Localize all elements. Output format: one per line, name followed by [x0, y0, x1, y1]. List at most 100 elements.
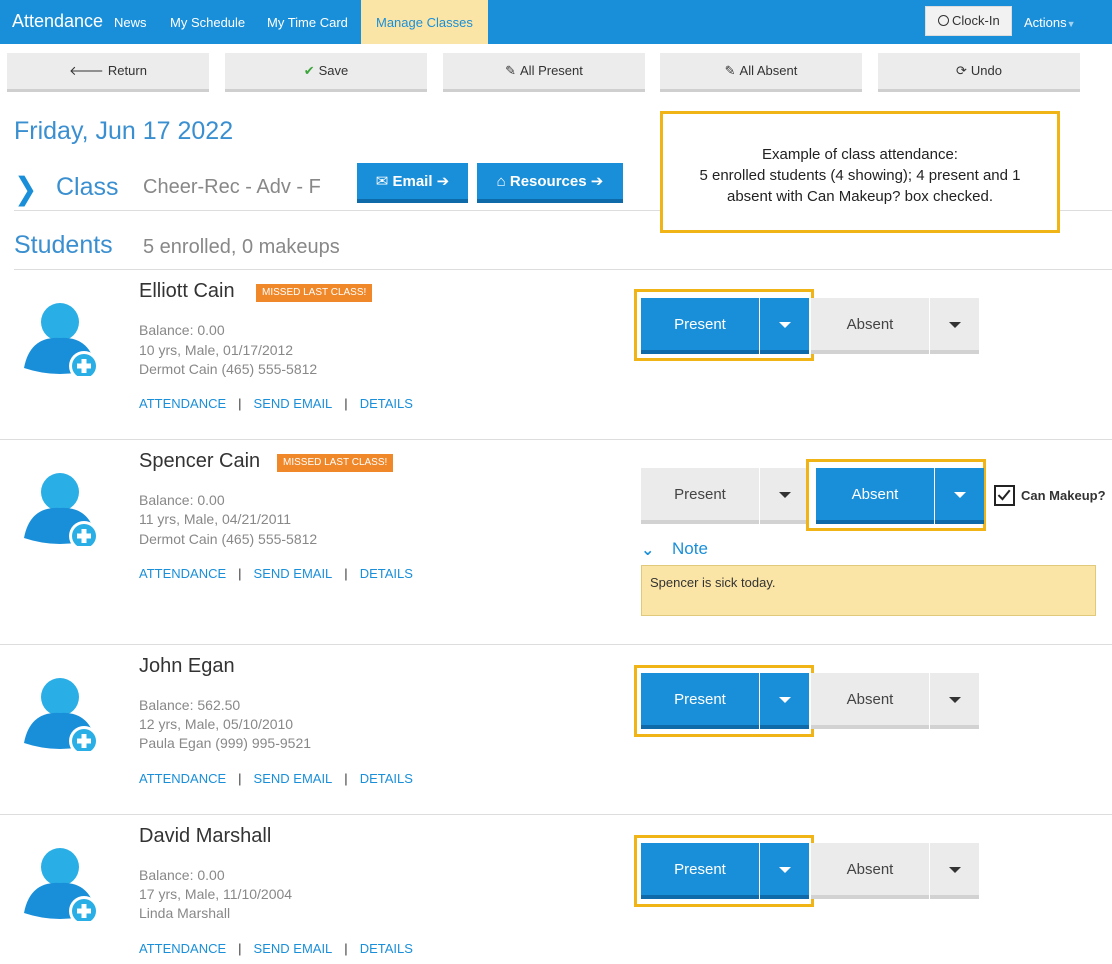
student-links: ATTENDANCE | SEND EMAIL | DETAILS: [139, 771, 413, 786]
absent-dropdown[interactable]: [930, 673, 979, 729]
absent-button[interactable]: Absent: [811, 673, 929, 729]
send-email-link[interactable]: SEND EMAIL: [254, 941, 333, 956]
refresh-icon: ⟳: [956, 63, 967, 78]
absent-button[interactable]: Absent: [811, 843, 929, 899]
class-name: Cheer-Rec - Adv - F: [143, 176, 321, 198]
arrow-right-icon: ➔: [586, 173, 604, 190]
student-balance: Balance: 562.50: [139, 697, 241, 713]
missed-badge: MISSED LAST CLASS!: [256, 284, 373, 302]
return-button[interactable]: 🡐 Return: [7, 53, 209, 92]
note-textarea[interactable]: Spencer is sick today.: [641, 565, 1096, 616]
user-add-icon: [24, 473, 99, 546]
absent-dropdown[interactable]: [930, 298, 979, 354]
class-label: Class: [56, 173, 119, 201]
caret-down-icon: [779, 867, 791, 873]
user-add-icon: [24, 678, 99, 751]
caret-down-icon: [949, 697, 961, 703]
absent-button[interactable]: Absent: [816, 468, 934, 524]
user-add-icon: [24, 848, 99, 921]
nav-my-schedule[interactable]: My Schedule: [170, 15, 245, 30]
missed-badge: MISSED LAST CLASS!: [277, 454, 394, 472]
caret-down-icon: [779, 492, 791, 498]
save-button[interactable]: ✔ Save: [225, 53, 427, 92]
note-toggle[interactable]: Note: [672, 539, 708, 559]
check-icon: ✔: [303, 63, 315, 78]
present-button[interactable]: Present: [641, 468, 759, 524]
details-link[interactable]: DETAILS: [360, 941, 413, 956]
caret-down-icon: ▼: [1066, 19, 1076, 29]
top-nav: Attendance News My Schedule My Time Card…: [0, 0, 1112, 44]
student-links: ATTENDANCE | SEND EMAIL | DETAILS: [139, 566, 413, 581]
student-contact: Dermot Cain (465) 555-5812: [139, 361, 318, 377]
present-button[interactable]: Present: [641, 298, 759, 354]
caret-down-icon: [949, 322, 961, 328]
caret-down-icon: [779, 322, 791, 328]
student-row: John Egan Balance: 562.50 12 yrs, Male, …: [0, 645, 1112, 815]
all-absent-button[interactable]: ✎ All Absent: [660, 53, 862, 92]
student-balance: Balance: 0.00: [139, 492, 225, 508]
present-dropdown[interactable]: [760, 468, 809, 524]
present-button[interactable]: Present: [641, 843, 759, 899]
app-title[interactable]: Attendance: [12, 11, 103, 32]
student-name: Spencer Cain: [139, 450, 261, 472]
details-link[interactable]: DETAILS: [360, 566, 413, 581]
student-balance: Balance: 0.00: [139, 322, 225, 338]
student-details: 11 yrs, Male, 04/21/2011: [139, 511, 292, 527]
student-details: 10 yrs, Male, 01/17/2012: [139, 342, 294, 358]
student-links: ATTENDANCE | SEND EMAIL | DETAILS: [139, 941, 413, 956]
clock-in-button[interactable]: Clock-In: [925, 6, 1012, 36]
details-link[interactable]: DETAILS: [360, 771, 413, 786]
present-dropdown[interactable]: [760, 673, 809, 729]
clock-icon: [938, 15, 949, 26]
student-details: 17 yrs, Male, 11/10/2004: [139, 886, 293, 902]
resources-button[interactable]: ⌂ Resources ➔: [477, 163, 623, 203]
attendance-link[interactable]: ATTENDANCE: [139, 566, 226, 581]
caret-down-icon: [949, 867, 961, 873]
attendance-link[interactable]: ATTENDANCE: [139, 941, 226, 956]
chevron-down-icon[interactable]: ⌄: [641, 540, 654, 560]
envelope-icon: ✉: [375, 173, 389, 190]
student-contact: Dermot Cain (465) 555-5812: [139, 531, 318, 547]
students-label: Students: [14, 231, 113, 259]
can-makeup-checkbox[interactable]: [994, 485, 1015, 506]
student-row: Elliott Cain MISSED LAST CLASS! Balance:…: [0, 270, 1112, 440]
student-name: David Marshall: [139, 825, 272, 847]
nav-manage-classes[interactable]: Manage Classes: [361, 0, 488, 44]
student-balance: Balance: 0.00: [139, 867, 225, 883]
student-contact: Linda Marshall: [139, 905, 231, 921]
present-dropdown[interactable]: [760, 843, 809, 899]
send-email-link[interactable]: SEND EMAIL: [254, 771, 333, 786]
student-row: Spencer Cain MISSED LAST CLASS! Balance:…: [0, 440, 1112, 645]
arrow-right-icon: ➔: [432, 173, 450, 190]
class-date: Friday, Jun 17 2022: [14, 117, 234, 145]
absent-dropdown[interactable]: [930, 843, 979, 899]
present-dropdown[interactable]: [760, 298, 809, 354]
caret-down-icon: [954, 492, 966, 498]
caret-down-icon: [779, 697, 791, 703]
enrolled-count: 5 enrolled, 0 makeups: [143, 236, 340, 258]
nav-my-time-card[interactable]: My Time Card: [267, 15, 348, 30]
attendance-link[interactable]: ATTENDANCE: [139, 396, 226, 411]
student-name: John Egan: [139, 655, 235, 677]
nav-news[interactable]: News: [114, 15, 147, 30]
student-contact: Paula Egan (999) 995-9521: [139, 735, 312, 751]
user-add-icon: [24, 303, 99, 376]
all-present-button[interactable]: ✎ All Present: [443, 53, 645, 92]
email-button[interactable]: ✉ Email ➔: [357, 163, 468, 203]
student-row: David Marshall Balance: 0.00 17 yrs, Mal…: [0, 815, 1112, 964]
student-details: 12 yrs, Male, 05/10/2010: [139, 716, 294, 732]
chevron-right-icon[interactable]: ❯: [14, 170, 37, 206]
details-link[interactable]: DETAILS: [360, 396, 413, 411]
send-email-link[interactable]: SEND EMAIL: [254, 566, 333, 581]
actions-menu[interactable]: Actions▼: [1024, 15, 1076, 30]
absent-button[interactable]: Absent: [811, 298, 929, 354]
attendance-link[interactable]: ATTENDANCE: [139, 771, 226, 786]
absent-dropdown[interactable]: [935, 468, 984, 524]
undo-button[interactable]: ⟳ Undo: [878, 53, 1080, 92]
pencil-icon: ✎: [505, 63, 517, 78]
annotation-callout: Example of class attendance: 5 enrolled …: [660, 111, 1060, 233]
can-makeup-label: Can Makeup?: [1021, 488, 1106, 503]
present-button[interactable]: Present: [641, 673, 759, 729]
send-email-link[interactable]: SEND EMAIL: [254, 396, 333, 411]
shapes-icon: ⌂: [496, 173, 506, 190]
